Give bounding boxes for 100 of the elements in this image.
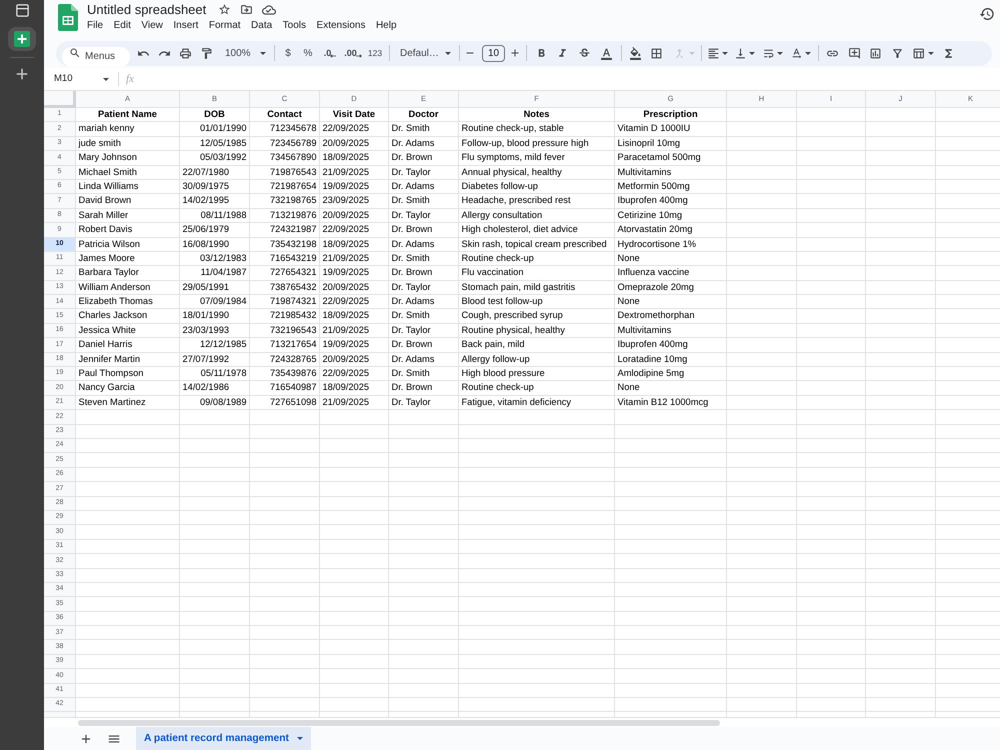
- table-cell: 25/06/1979: [180, 223, 250, 238]
- move-button[interactable]: [240, 3, 254, 16]
- empty-cell: [866, 252, 936, 266]
- empty-cell: [320, 540, 389, 554]
- font-dropdown[interactable]: Defaul…: [394, 42, 456, 64]
- empty-cell: [797, 338, 866, 353]
- empty-cell: [250, 684, 320, 698]
- zoom-dropdown[interactable]: 100%: [217, 42, 270, 64]
- empty-cell: [866, 568, 936, 583]
- save-status-button[interactable]: [262, 2, 276, 16]
- empty-cell: [797, 352, 866, 368]
- table-cell: Dr. Taylor: [389, 324, 459, 338]
- name-box[interactable]: M10: [50, 70, 112, 88]
- table-cell: mariah kenny: [76, 122, 180, 137]
- menu-item[interactable]: Data: [251, 19, 272, 32]
- empty-cell: [866, 151, 936, 166]
- table-cell: 735432198: [250, 238, 320, 252]
- empty-cell: [866, 626, 936, 640]
- empty-cell: [389, 554, 459, 568]
- empty-cell: [320, 438, 389, 454]
- empty-cell: [250, 554, 320, 568]
- table-cell: Sarah Miller: [76, 208, 180, 224]
- table-cell: jude smith: [76, 136, 180, 152]
- menu-item[interactable]: Tools: [282, 19, 306, 32]
- empty-cell: [727, 626, 797, 640]
- table-cell: 20/09/2025: [320, 136, 389, 152]
- percent-format-button[interactable]: %: [297, 42, 319, 64]
- table-cell: Dr. Smith: [389, 194, 459, 209]
- table-cell: Ibuprofen 400mg: [615, 194, 727, 209]
- empty-cell: [320, 684, 389, 698]
- empty-cell: [389, 410, 459, 425]
- empty-cell: [180, 640, 250, 655]
- menu-item[interactable]: Format: [208, 19, 241, 32]
- menu-item[interactable]: View: [141, 19, 163, 32]
- empty-cell: [389, 540, 459, 554]
- menu-item[interactable]: Help: [376, 19, 397, 32]
- plus-square-icon: [14, 31, 30, 47]
- version-history-button[interactable]: [979, 6, 995, 22]
- empty-cell: [797, 166, 866, 180]
- table-cell: 21/09/2025: [320, 252, 389, 266]
- app-button[interactable]: [8, 27, 36, 51]
- empty-cell: [320, 582, 389, 598]
- table-cell: 07/09/1984: [180, 295, 250, 310]
- empty-cell: [866, 410, 936, 425]
- table-cell: 719876543: [250, 166, 320, 180]
- table-cell: 716543219: [250, 252, 320, 266]
- empty-cell: [866, 309, 936, 324]
- empty-cell: [320, 654, 389, 670]
- empty-cell: [797, 482, 866, 497]
- menu-item[interactable]: Edit: [114, 19, 131, 32]
- empty-cell: [389, 684, 459, 698]
- menu-item[interactable]: Insert: [173, 19, 198, 32]
- empty-cell: [250, 410, 320, 425]
- menu-item[interactable]: Extensions: [316, 19, 366, 32]
- empty-cell: [866, 554, 936, 568]
- table-cell: Metformin 500mg: [615, 180, 727, 194]
- empty-cell: [180, 582, 250, 598]
- empty-cell: [797, 684, 866, 698]
- empty-cell: [866, 108, 936, 122]
- table-cell: 723456789: [250, 136, 320, 152]
- decrease-decimal-button[interactable]: .0: [319, 42, 341, 64]
- empty-cell: [797, 136, 866, 152]
- empty-cell: [797, 698, 866, 712]
- table-cell: High cholesterol, diet advice: [459, 223, 615, 238]
- number-format-button[interactable]: 123: [365, 42, 385, 64]
- caret-icon: [688, 52, 694, 54]
- table-cell: Dr. Brown: [389, 338, 459, 353]
- empty-cell: [727, 266, 797, 281]
- table-cell: Routine physical, healthy: [459, 324, 615, 338]
- empty-cell: [797, 324, 866, 338]
- empty-cell: [866, 208, 936, 224]
- table-cell: 19/09/2025: [320, 180, 389, 194]
- table-cell: 18/01/1990: [180, 309, 250, 324]
- scrollbar-thumb[interactable]: [78, 720, 720, 726]
- empty-cell: [389, 525, 459, 540]
- empty-cell: [866, 381, 936, 396]
- empty-cell: [866, 166, 936, 180]
- empty-cell: [727, 582, 797, 598]
- empty-cell: [727, 540, 797, 554]
- table-cell: 21/09/2025: [320, 166, 389, 180]
- table-cell: 23/09/2025: [320, 194, 389, 209]
- star-button[interactable]: [218, 3, 232, 16]
- document-title[interactable]: Untitled spreadsheet: [87, 1, 206, 18]
- currency-format-button[interactable]: $: [279, 42, 297, 64]
- table-cell: Prescription: [615, 108, 727, 122]
- table-cell: Ibuprofen 400mg: [615, 338, 727, 353]
- table-cell: 719874321: [250, 295, 320, 310]
- menu-item[interactable]: File: [87, 19, 104, 32]
- empty-cell: [250, 626, 320, 640]
- empty-cell: [320, 626, 389, 640]
- empty-cell: [389, 482, 459, 497]
- empty-cell: [320, 597, 389, 612]
- empty-cell: [866, 180, 936, 194]
- empty-cell: [250, 468, 320, 482]
- empty-cell: [250, 453, 320, 468]
- increase-decimal-button[interactable]: .00: [341, 42, 365, 64]
- sheet-tab[interactable]: A patient record management: [136, 727, 311, 750]
- empty-cell: [866, 684, 936, 698]
- font-size-field[interactable]: 10: [482, 44, 505, 62]
- search-field[interactable]: Menus: [62, 46, 130, 66]
